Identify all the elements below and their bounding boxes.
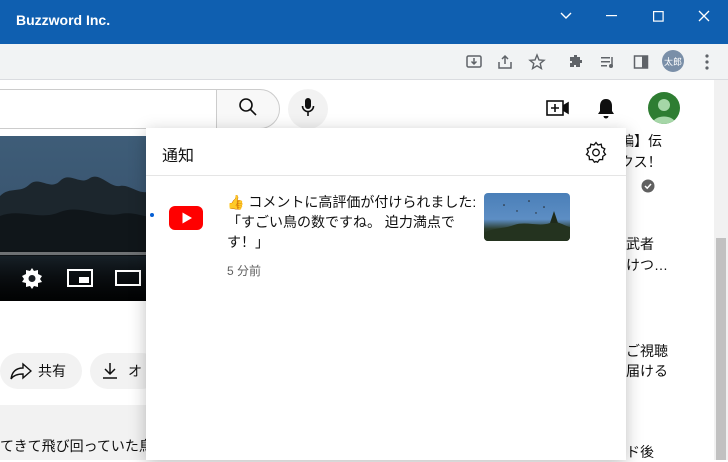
download-icon	[102, 362, 118, 380]
theater-mode-icon[interactable]	[115, 269, 141, 292]
verified-badge-icon	[641, 179, 655, 198]
recommendation-title-4a[interactable]: ド後	[626, 442, 654, 462]
notification-message: 👍 コメントに高評価が付けられました: 「すごい鳥の数ですね。 迫力満点です！」	[227, 194, 477, 250]
create-video-icon[interactable]	[538, 88, 578, 128]
microphone-icon	[301, 97, 315, 122]
share-arrow-icon	[10, 362, 32, 380]
recommendation-title-3a[interactable]: ご視聴	[626, 341, 668, 361]
recommendation-title-1a[interactable]: 編】伝	[620, 131, 662, 151]
recommendation-title-2a[interactable]: 武者	[626, 234, 654, 254]
search-button[interactable]	[216, 89, 280, 129]
window-titlebar: Buzzword Inc.	[0, 0, 728, 44]
recommendation-title-3b[interactable]: 届ける	[626, 361, 668, 381]
share-button[interactable]: 共有	[0, 353, 82, 389]
video-frame-trees	[0, 176, 150, 256]
miniplayer-icon[interactable]	[67, 269, 93, 292]
account-avatar[interactable]	[648, 92, 680, 124]
share-icon[interactable]	[493, 50, 517, 74]
notification-video-thumbnail[interactable]	[484, 193, 570, 241]
video-description[interactable]: てきて飛び回っていた鳥	[0, 405, 153, 460]
maximize-icon[interactable]	[635, 0, 681, 32]
notification-time: 5 分前	[227, 264, 262, 278]
browser-menu-icon[interactable]	[695, 50, 719, 74]
settings-gear-icon[interactable]	[21, 267, 43, 294]
progress-bar[interactable]	[0, 252, 150, 255]
notifications-panel: 通知 👍 コメントに高評価が付けられました: 「すごい鳥の数ですね。 迫力満点で…	[146, 128, 626, 460]
browser-toolbar	[0, 44, 728, 80]
thumbnail-forest-image	[484, 200, 570, 241]
recommendation-title-2b[interactable]: けつ…	[626, 255, 668, 275]
video-player[interactable]	[0, 136, 150, 301]
voice-search-button[interactable]	[288, 89, 328, 129]
notifications-title: 通知	[162, 148, 195, 165]
install-app-icon[interactable]	[462, 50, 486, 74]
media-controls-icon[interactable]	[596, 50, 620, 74]
page-scrollbar-thumb[interactable]	[716, 238, 726, 460]
description-text: てきて飛び回っていた鳥	[0, 438, 153, 454]
download-label: オ	[128, 363, 142, 379]
notifications-header: 通知	[146, 128, 626, 176]
close-icon[interactable]	[681, 0, 727, 32]
recommendation-title-1b[interactable]: クス！	[620, 152, 662, 172]
minimize-icon[interactable]	[589, 0, 635, 32]
bookmark-star-icon[interactable]	[525, 50, 549, 74]
notifications-bell-icon[interactable]	[586, 88, 626, 128]
youtube-logo-icon	[169, 206, 203, 235]
window-title: Buzzword Inc.	[16, 12, 111, 28]
share-label: 共有	[38, 363, 66, 379]
unread-indicator	[150, 213, 154, 217]
notification-settings-gear-icon[interactable]	[584, 140, 608, 164]
side-panel-icon[interactable]	[629, 50, 653, 74]
chevron-down-icon[interactable]	[543, 0, 589, 32]
profile-avatar[interactable]: 太郎	[662, 50, 684, 72]
search-input[interactable]	[0, 89, 217, 129]
extensions-icon[interactable]	[564, 50, 588, 74]
search-icon	[238, 97, 258, 122]
